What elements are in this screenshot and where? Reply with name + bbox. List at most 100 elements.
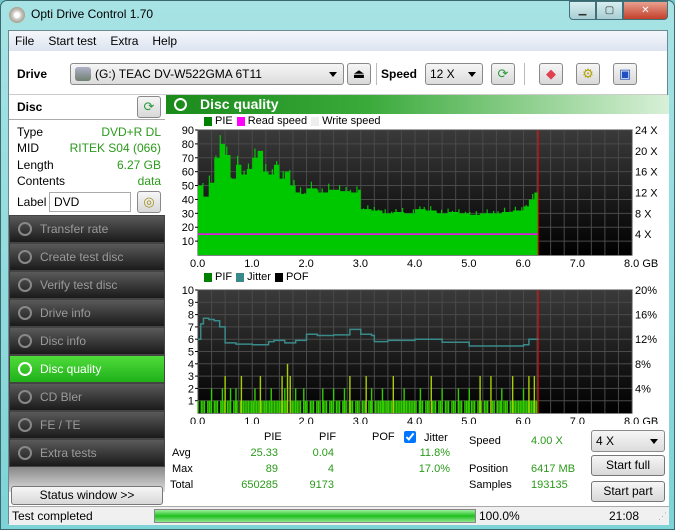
nav-create-test-disc[interactable]: Create test disc [9, 243, 165, 271]
nav-cd-bler[interactable]: CD Bler [9, 383, 165, 411]
x-tick-label: 2.0 [299, 258, 314, 270]
panel-title: Disc quality [200, 96, 279, 112]
nav-extra-tests[interactable]: Extra tests [9, 439, 165, 467]
nav-label: Create test disc [40, 250, 124, 264]
jitter-checkbox[interactable] [404, 431, 416, 443]
chevron-down-icon [468, 72, 476, 77]
test-nav: Transfer rate Create test disc Verify te… [9, 215, 165, 492]
nav-disc-icon [18, 334, 32, 348]
eject-button[interactable]: ⏏ [347, 63, 371, 85]
disc-label-button[interactable]: ◎ [137, 191, 161, 213]
pie-total: 650285 [241, 479, 278, 491]
x-tick-label: 8.0 GB [624, 258, 658, 270]
save-button[interactable]: ▣ [613, 63, 637, 85]
nav-label: Transfer rate [40, 222, 109, 236]
pie-chart: 10 20 30 4050 60 70 80 90 0.0 1.0 2.0 3.0 4.0 5.0 6.0 7… [182, 126, 659, 270]
nav-disc-icon [18, 390, 32, 404]
y-tick-label: 9 [188, 297, 194, 309]
menu-extra[interactable]: Extra [110, 34, 138, 48]
disc-quality-panel: Disc quality PIE Read speed Write speed … [166, 95, 669, 525]
x-tick-label: 5.0 [461, 416, 476, 424]
eraser-icon: ◆ [546, 66, 556, 82]
y-tick-label: 40 [182, 194, 194, 206]
y2-tick-label: 8% [635, 359, 651, 371]
start-part-button[interactable]: Start part [591, 481, 665, 502]
y-tick-label: 1 [188, 396, 194, 408]
avg-label: Avg [172, 447, 191, 459]
chevron-down-icon [650, 439, 658, 444]
pif-avg: 0.04 [312, 447, 334, 459]
pie-max: 89 [265, 463, 278, 475]
menu-file[interactable]: File [15, 34, 34, 48]
status-window-button[interactable]: Status window >> [11, 486, 163, 505]
y-tick-label: 8 [188, 310, 194, 322]
nav-transfer-rate[interactable]: Transfer rate [9, 215, 165, 243]
x-tick-label: 1.0 [244, 416, 259, 424]
elapsed-time: 21:08 [609, 509, 640, 523]
erase-button[interactable]: ◆ [539, 63, 563, 85]
y-tick-label: 10 [182, 285, 194, 297]
y2-tick-label: 20 X [635, 146, 658, 158]
x-tick-label: 4.0 [407, 416, 422, 424]
window-title: Opti Drive Control 1.70 [31, 7, 154, 21]
app-window: Opti Drive Control 1.70 ▁ ▢ ✕ File Start… [0, 0, 675, 530]
nav-disc-info[interactable]: Disc info [9, 327, 165, 355]
x-tick-label: 2.0 [299, 416, 314, 424]
app-icon [9, 7, 25, 23]
nav-disc-icon [18, 306, 32, 320]
y-tick-label: 30 [182, 208, 194, 220]
nav-drive-info[interactable]: Drive info [9, 299, 165, 327]
jitter-avg: 11.8% [419, 447, 450, 459]
y-tick-label: 70 [182, 153, 194, 165]
minimize-button[interactable]: ▁ [569, 1, 596, 20]
resize-grip-icon[interactable]: ⋰ [658, 511, 667, 522]
disc-info: Type DVD+R DL MID RITEK S04 (066) Length 6.… [9, 121, 165, 213]
length-value: 6.27 GB [116, 158, 161, 172]
pif-jitter-chart: 12345678910 0.0 1.0 2.0 3.0 4.0 5.0 6.0 7.0 8.0 G… [182, 285, 659, 424]
run-speed-value: 4.00 X [531, 435, 563, 447]
progress-bar [154, 509, 476, 523]
jitter-max: 17.0% [418, 463, 450, 475]
speed-label: Speed [381, 67, 418, 81]
panel-header: Disc quality [166, 95, 669, 114]
position-value: 6417 MB [531, 463, 576, 475]
drive-select[interactable]: (G:) TEAC DV-W522GMA 6T11 [70, 63, 344, 85]
progress-percent: 100.0% [479, 509, 520, 523]
nav-label: Disc quality [40, 362, 102, 376]
legend-swatch-write-speed [311, 116, 320, 126]
label-label: Label [17, 195, 47, 209]
nav-disc-icon [18, 222, 32, 236]
x-tick-label: 5.0 [461, 258, 476, 270]
x-tick-label: 6.0 [516, 416, 531, 424]
start-full-button[interactable]: Start full [591, 455, 665, 476]
disc-refresh-button[interactable]: ⟳ [137, 96, 161, 118]
nav-verify-test-disc[interactable]: Verify test disc [9, 271, 165, 299]
speed-select[interactable]: 12 X [425, 63, 483, 85]
close-button[interactable]: ✕ [623, 1, 668, 20]
test-speed-select[interactable]: 4 X [591, 430, 665, 452]
drive-select-value: (G:) TEAC DV-W522GMA 6T11 [95, 67, 262, 81]
chevron-down-icon [329, 72, 337, 77]
legend-swatch-pif [204, 272, 212, 282]
nav-label: Disc info [40, 334, 87, 348]
menu-help[interactable]: Help [152, 34, 177, 48]
nav-fe-te[interactable]: FE / TE [9, 411, 165, 439]
refresh-button[interactable]: ⟳ [491, 63, 515, 85]
nav-label: Extra tests [40, 446, 97, 460]
nav-disc-icon [18, 418, 32, 432]
nav-disc-quality[interactable]: Disc quality [9, 355, 165, 383]
refresh-icon: ⟳ [143, 99, 155, 115]
stats-header-pie: PIE [264, 431, 282, 443]
label-input[interactable] [49, 192, 131, 212]
drive-icon [75, 67, 91, 81]
menu-start-test[interactable]: Start test [48, 34, 96, 48]
toolbar: Drive (G:) TEAC DV-W522GMA 6T11 ⏏ Speed … [9, 51, 667, 95]
stats-header-pif: PIF [319, 431, 337, 443]
settings-button[interactable]: ⚙ [576, 63, 600, 85]
legend-swatch-pie [204, 116, 212, 126]
maximize-button[interactable]: ▢ [596, 1, 623, 20]
y2-tick-label: 20% [635, 285, 657, 297]
x-tick-label: 3.0 [353, 416, 368, 424]
x-tick-label: 7.0 [570, 258, 585, 270]
y-tick-label: 10 [182, 236, 194, 248]
